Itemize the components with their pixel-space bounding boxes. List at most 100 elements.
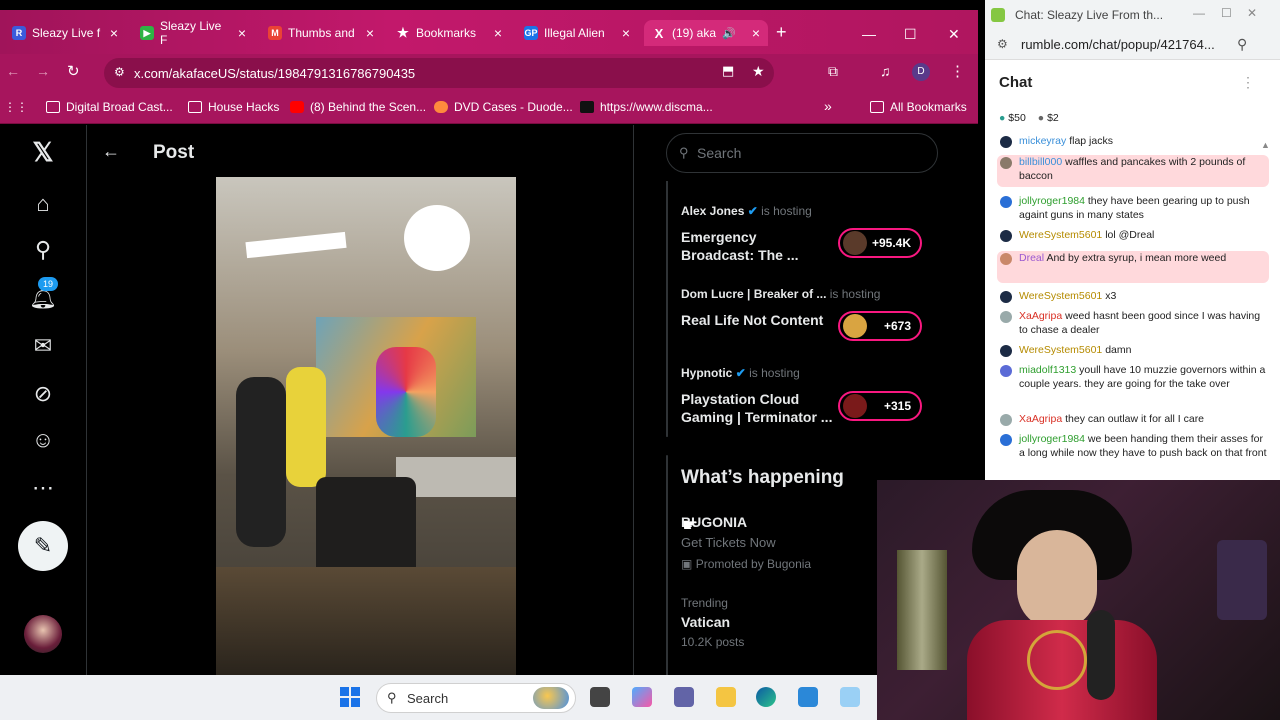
space-join-pill[interactable]: +673 <box>838 311 922 341</box>
close-icon[interactable]: × <box>366 25 374 41</box>
bookmark-item[interactable]: Digital Broad Cast... <box>46 100 173 114</box>
chat-username[interactable]: XaAgripa <box>1019 413 1062 425</box>
bookmark-label: Digital Broad Cast... <box>66 100 173 114</box>
cast-icon[interactable]: ⧉ <box>828 63 838 80</box>
promo-subtitle[interactable]: Get Tickets Now <box>681 535 776 550</box>
bookmarks-bar: ⋮⋮ Digital Broad Cast... House Hacks (8)… <box>0 92 978 124</box>
chat-username[interactable]: mickeyray <box>1019 135 1066 147</box>
profile-icon[interactable]: ☺ <box>28 425 58 455</box>
chat-username[interactable]: Dreal <box>1019 252 1044 264</box>
address-bar[interactable]: ⚙ x.com/akafaceUS/status/198479131678679… <box>104 58 774 88</box>
bookmark-star-icon[interactable]: ★ <box>752 63 765 80</box>
new-tab-icon[interactable]: + <box>776 22 787 43</box>
messages-mail-icon[interactable]: ✉ <box>28 331 58 361</box>
grok-icon[interactable]: ⊘ <box>28 379 58 409</box>
install-icon[interactable]: ⬒ <box>722 63 734 79</box>
home-icon[interactable]: ⌂ <box>28 189 58 219</box>
close-icon[interactable]: × <box>752 25 760 41</box>
chat-username[interactable]: XaAgripa <box>1019 310 1062 322</box>
post-video[interactable] <box>216 177 516 675</box>
speaker-icon[interactable]: 🔊 <box>722 27 736 40</box>
file-explorer-icon[interactable] <box>716 687 736 707</box>
space-join-pill[interactable]: +95.4K <box>838 228 922 258</box>
close-window-icon[interactable]: ✕ <box>1247 6 1257 20</box>
account-avatar[interactable] <box>24 615 62 653</box>
reload-icon[interactable]: ↻ <box>67 62 80 80</box>
site-settings-icon[interactable]: ⚙ <box>997 37 1008 51</box>
minimize-icon[interactable]: — <box>1193 6 1205 20</box>
media-icon[interactable]: ♫ <box>880 63 891 79</box>
teams-icon[interactable] <box>674 687 694 707</box>
search-input[interactable]: ⚲ Search <box>666 133 938 173</box>
close-icon[interactable]: × <box>238 25 246 41</box>
chat-username[interactable]: miadolf1313 <box>1019 364 1076 376</box>
minimize-icon[interactable]: — <box>862 26 876 42</box>
back-arrow-icon[interactable]: ← <box>102 141 120 162</box>
tip-badge[interactable]: ● $2 <box>1038 112 1059 124</box>
host-name: Dom Lucre | Breaker of ... <box>681 287 827 301</box>
microphone <box>1087 610 1115 700</box>
close-icon[interactable]: × <box>110 25 118 41</box>
tip-badge[interactable]: ● $50 <box>999 112 1026 124</box>
chat-username[interactable]: WereSystem5601 <box>1019 344 1102 356</box>
app-icon[interactable] <box>840 687 860 707</box>
bookmark-label: (8) Behind the Scen... <box>310 100 427 114</box>
bookmark-item[interactable]: DVD Cases - Duode... <box>434 100 573 114</box>
more-bookmarks-icon[interactable]: » <box>824 98 832 114</box>
bookmark-item[interactable]: House Hacks <box>188 100 279 114</box>
tab-5[interactable]: GP Illegal Alien × <box>516 20 638 46</box>
chat-username[interactable]: WereSystem5601 <box>1019 290 1102 302</box>
start-square <box>340 687 349 696</box>
space-join-pill[interactable]: +315 <box>838 391 922 421</box>
space-host[interactable]: Hypnotic ✔ is hosting <box>681 366 800 380</box>
tab-1[interactable]: R Sleazy Live f × <box>4 20 126 46</box>
host-avatar <box>843 314 867 338</box>
compose-post-button[interactable]: ✎ <box>18 521 68 571</box>
edge-icon[interactable] <box>756 687 776 707</box>
apps-icon[interactable]: ⋮⋮ <box>4 100 28 114</box>
space-host[interactable]: Alex Jones ✔ is hosting <box>681 204 812 218</box>
space-title[interactable]: Emergency Broadcast: The ... <box>681 228 798 264</box>
profile-avatar[interactable]: D <box>912 63 930 81</box>
menu-icon[interactable]: ⋮ <box>950 62 965 80</box>
chat-username[interactable]: billbill000 <box>1019 156 1062 168</box>
search-icon[interactable]: ⚲ <box>1237 36 1247 53</box>
copilot-icon[interactable] <box>632 687 652 707</box>
space-title[interactable]: Real Life Not Content <box>681 311 823 329</box>
close-window-icon[interactable]: ✕ <box>948 26 960 43</box>
x-logo-icon[interactable]: 𝕏 <box>28 137 58 167</box>
hosting-text: is hosting <box>829 287 881 301</box>
forward-icon[interactable]: → <box>36 63 50 79</box>
taskbar-search[interactable]: ⚲ Search <box>376 683 576 713</box>
site-settings-icon[interactable]: ⚙ <box>114 65 125 79</box>
task-view-icon[interactable] <box>590 687 610 707</box>
more-icon[interactable]: ⋯ <box>28 473 58 503</box>
space-title[interactable]: Playstation Cloud Gaming | Terminator ..… <box>681 390 832 426</box>
tab-2[interactable]: ▶ Sleazy Live F × <box>132 19 254 47</box>
windows-start-icon[interactable] <box>340 687 360 707</box>
chat-address-bar[interactable]: ⚙ rumble.com/chat/popup/421764... ⚲ <box>985 30 1280 60</box>
tab-3[interactable]: M Thumbs and × <box>260 20 382 46</box>
store-icon[interactable] <box>798 687 818 707</box>
chat-username[interactable]: WereSystem5601 <box>1019 229 1102 241</box>
chat-username[interactable]: jollyroger1984 <box>1019 195 1085 207</box>
chat-menu-icon[interactable]: ⋮ <box>1241 74 1255 91</box>
chat-message: WereSystem5601 lol @Dreal <box>997 228 1269 242</box>
bookmark-item[interactable]: https://www.discma... <box>580 100 713 114</box>
tab-6-active[interactable]: X (19) aka 🔊 × <box>644 20 768 46</box>
all-bookmarks[interactable]: All Bookmarks <box>870 100 967 114</box>
explore-search-icon[interactable]: ⚲ <box>28 235 58 265</box>
maximize-icon[interactable]: ☐ <box>904 26 917 43</box>
trend-name[interactable]: Vatican <box>681 614 730 630</box>
maximize-icon[interactable]: ☐ <box>1221 6 1232 20</box>
notifications-bell-icon[interactable]: 🔔︎ 19 <box>28 277 58 313</box>
windows-taskbar: ⚲ Search <box>0 675 877 720</box>
close-icon[interactable]: × <box>622 25 630 41</box>
space-host[interactable]: Dom Lucre | Breaker of ... is hosting <box>681 287 880 301</box>
close-icon[interactable]: × <box>494 25 502 41</box>
bookmark-item[interactable]: (8) Behind the Scen... <box>290 100 426 114</box>
back-icon[interactable]: ← <box>6 63 20 79</box>
chat-username[interactable]: jollyroger1984 <box>1019 433 1085 445</box>
tab-4[interactable]: ★ Bookmarks × <box>388 20 510 46</box>
user-avatar <box>1000 434 1012 446</box>
